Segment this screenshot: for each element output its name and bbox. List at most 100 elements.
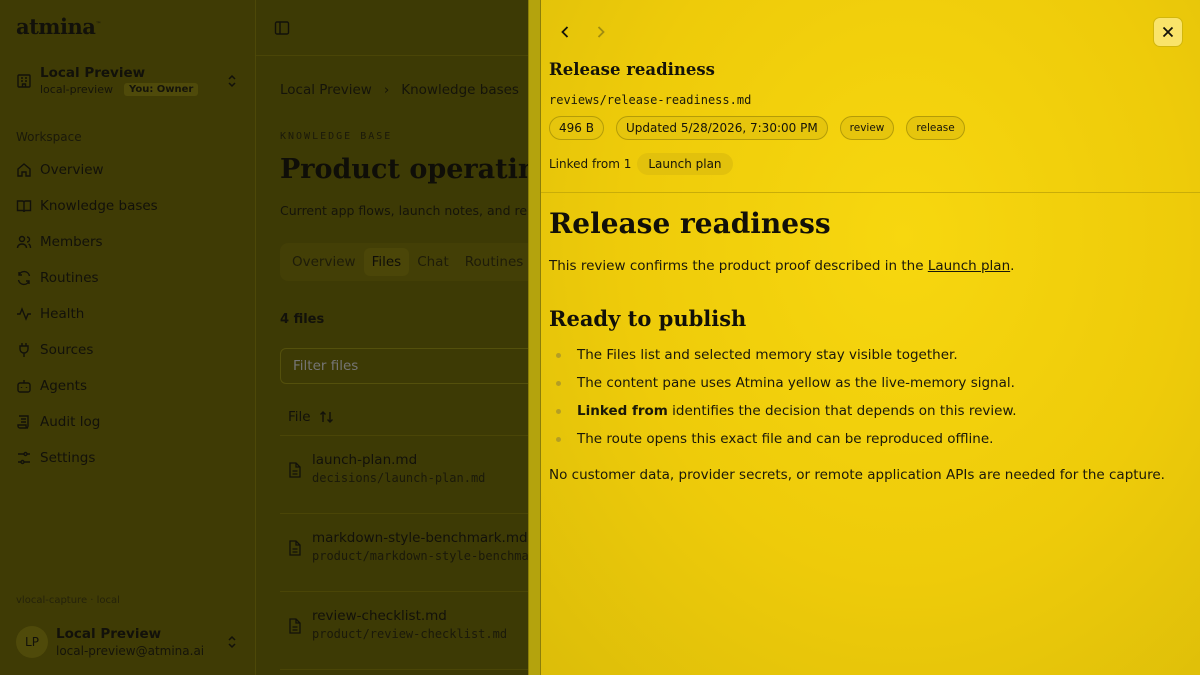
linked-file-chip[interactable]: Launch plan <box>637 153 733 175</box>
file-path: decisions/launch-plan.md <box>312 471 486 485</box>
sidebar-item-label: Settings <box>40 450 96 466</box>
file-icon <box>289 462 301 478</box>
sidebar-item-label: Sources <box>40 342 94 358</box>
tab-files[interactable]: Files <box>363 248 410 276</box>
close-icon <box>1162 26 1174 38</box>
home-icon <box>17 163 31 177</box>
sidebar-item-overview[interactable]: Overview <box>16 152 240 188</box>
files-count: 4 files <box>280 312 325 327</box>
refresh-icon <box>17 270 31 286</box>
sidebar-item-agents[interactable]: Agents <box>16 368 240 404</box>
sidebar-item-health[interactable]: Health <box>16 296 240 332</box>
chevrons-up-down-icon <box>228 74 236 88</box>
list-item-text: The content pane uses Atmina yellow as t… <box>577 375 1015 391</box>
build-label: vlocal-capture · local <box>16 595 120 606</box>
sidebar-item-sources[interactable]: Sources <box>16 332 240 368</box>
chevrons-up-down-icon <box>228 635 236 649</box>
users-icon <box>16 235 32 249</box>
launch-plan-link[interactable]: Launch plan <box>928 258 1010 274</box>
list-item: The route opens this exact file and can … <box>549 425 1179 453</box>
list-item-text: The route opens this exact file and can … <box>577 431 994 447</box>
drawer-resize-handle[interactable] <box>528 0 541 675</box>
column-header-label: File <box>288 408 311 425</box>
activity-icon <box>17 307 31 321</box>
panel-left-icon[interactable] <box>274 20 290 36</box>
sidebar-item-label: Agents <box>40 378 87 394</box>
file-path: product/markdown-style-benchma <box>312 549 529 563</box>
linked-from-label: Linked from 1 <box>549 157 632 171</box>
workspace-name: Local Preview <box>40 65 146 81</box>
updated-badge: Updated 5/28/2026, 7:30:00 PM <box>615 116 828 140</box>
user-name: Local Preview <box>56 626 162 642</box>
sidebar-item-label: Knowledge bases <box>40 198 158 214</box>
chevron-right-icon[interactable] <box>591 22 611 42</box>
drawer-header: Release readiness reviews/release-readin… <box>541 0 1200 193</box>
sidebar-item-members[interactable]: Members <box>16 224 240 260</box>
file-icon <box>289 618 301 634</box>
file-size-badge: 496 B <box>549 116 604 140</box>
user-email: local-preview@atmina.ai <box>56 644 205 658</box>
list-item: Linked from identifies the decision that… <box>549 397 1179 425</box>
brand-mark: ™ <box>95 21 101 28</box>
user-menu[interactable]: LP Local Preview local-preview@atmina.ai <box>16 622 240 664</box>
app-root: atmina™ Local Preview local-preview You:… <box>0 0 1200 675</box>
markdown-content: Release readiness This review confirms t… <box>549 207 1179 485</box>
content-closing: No customer data, provider secrets, or r… <box>549 467 1165 483</box>
list-item-text: identifies the decision that depends on … <box>667 403 1017 419</box>
sidebar-item-label: Health <box>40 306 85 322</box>
sidebar: atmina™ Local Preview local-preview You:… <box>0 0 256 675</box>
book-icon <box>16 200 32 213</box>
breadcrumb: Local Preview › Knowledge bases <box>280 82 519 98</box>
role-badge: You: Owner <box>124 83 199 96</box>
page-eyebrow: KNOWLEDGE BASE <box>280 131 393 142</box>
content-heading: Release readiness <box>549 207 831 240</box>
tag-release[interactable]: release <box>906 116 965 140</box>
page-subtitle: Current app flows, launch notes, and re <box>280 203 528 218</box>
plug-icon <box>19 343 29 357</box>
file-name: review-checklist.md <box>312 608 447 624</box>
chevron-left-icon[interactable] <box>555 22 575 42</box>
file-meta-chips: 496 B Updated 5/28/2026, 7:30:00 PM revi… <box>549 116 965 140</box>
workspace-slug: local-preview <box>40 83 113 96</box>
sidebar-item-knowledge-bases[interactable]: Knowledge bases <box>16 188 240 224</box>
content-list: The Files list and selected memory stay … <box>549 341 1179 453</box>
scroll-icon <box>17 415 29 429</box>
tab-chat[interactable]: Chat <box>409 248 457 276</box>
sidebar-item-label: Overview <box>40 162 104 178</box>
file-path: product/review-checklist.md <box>312 627 508 641</box>
workspace-switcher[interactable]: Local Preview local-preview You: Owner <box>16 64 240 104</box>
sidebar-item-label: Audit log <box>40 414 101 430</box>
list-item: The Files list and selected memory stay … <box>549 341 1179 369</box>
drawer-title: Release readiness <box>549 60 715 79</box>
sidebar-item-label: Routines <box>40 270 99 286</box>
sidebar-item-settings[interactable]: Settings <box>16 440 240 476</box>
file-preview-drawer: Release readiness reviews/release-readin… <box>541 0 1200 675</box>
intro-end: . <box>1010 258 1015 274</box>
sort-icon <box>319 410 333 423</box>
sidebar-item-routines[interactable]: Routines <box>16 260 240 296</box>
content-subheading: Ready to publish <box>549 306 747 331</box>
building-icon <box>17 74 31 88</box>
brand-logo[interactable]: atmina™ <box>16 14 101 39</box>
list-item-bold: Linked from <box>577 403 668 419</box>
tab-overview[interactable]: Overview <box>284 248 364 276</box>
tab-routines[interactable]: Routines <box>457 248 532 276</box>
breadcrumb-item-knowledge-bases[interactable]: Knowledge bases <box>401 82 519 98</box>
page-title: Product operating <box>280 154 557 185</box>
intro-text: This review confirms the product proof d… <box>549 258 928 274</box>
sidebar-item-audit-log[interactable]: Audit log <box>16 404 240 440</box>
breadcrumb-item-workspace[interactable]: Local Preview <box>280 82 372 98</box>
section-label-workspace: Workspace <box>16 130 82 144</box>
tag-review[interactable]: review <box>839 116 895 140</box>
avatar: LP <box>16 626 48 658</box>
linked-from: Linked from 1 Launch plan <box>549 153 733 175</box>
file-name: launch-plan.md <box>312 452 418 468</box>
brand-name: atmina <box>16 14 96 39</box>
file-name: markdown-style-benchmark.md <box>312 530 528 546</box>
chevron-right-icon: › <box>383 82 390 98</box>
close-button[interactable] <box>1153 17 1183 47</box>
sidebar-item-label: Members <box>40 234 103 250</box>
sliders-icon <box>18 451 30 465</box>
list-item: The content pane uses Atmina yellow as t… <box>549 369 1179 397</box>
list-item-text: The Files list and selected memory stay … <box>577 347 958 363</box>
